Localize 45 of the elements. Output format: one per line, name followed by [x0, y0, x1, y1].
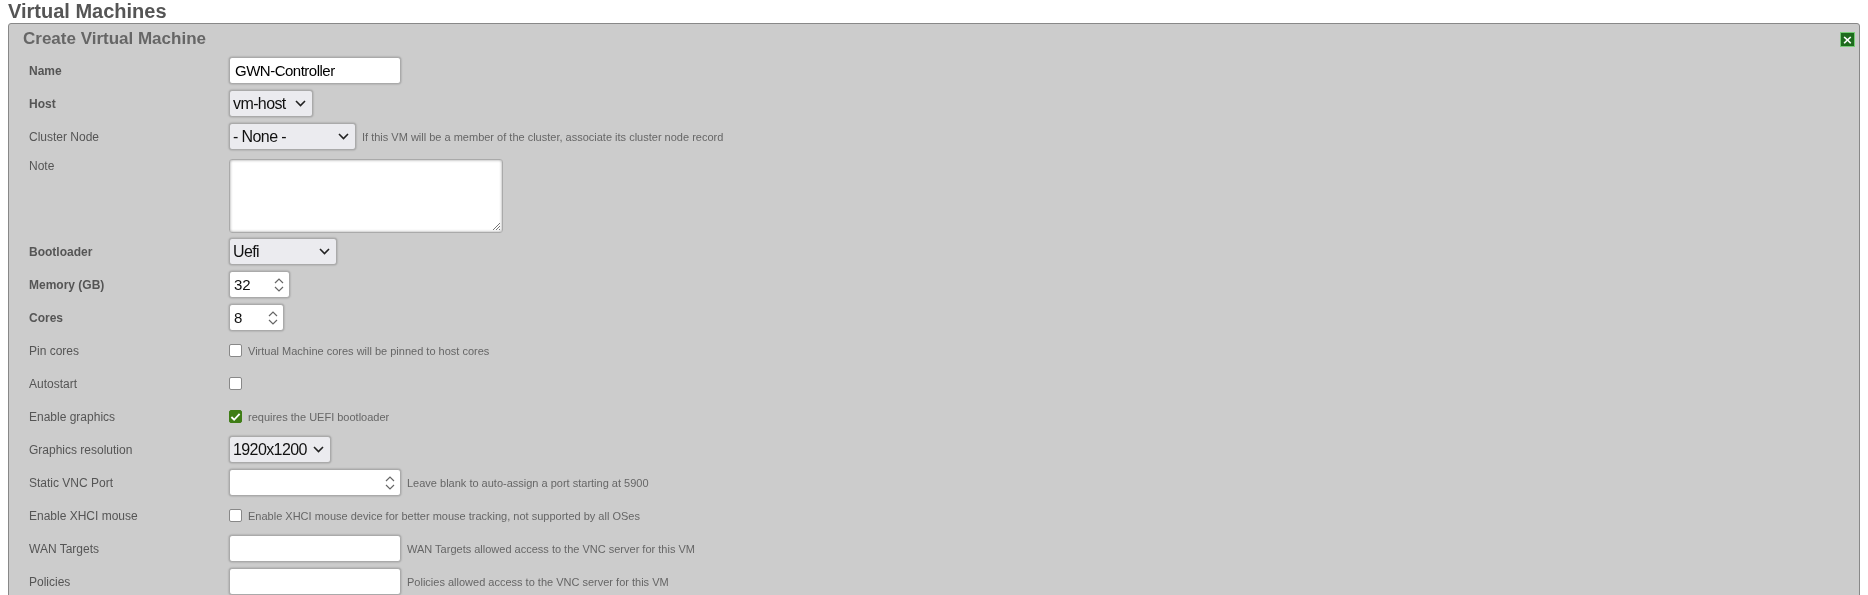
field-label: Policies: [28, 574, 72, 589]
checkbox[interactable]: [229, 344, 242, 357]
dropdown[interactable]: Uefi: [229, 238, 337, 265]
dropdown[interactable]: - None -: [229, 123, 356, 150]
caret-icon: [338, 133, 349, 140]
close-button[interactable]: ×: [1840, 31, 1855, 47]
field-hint: Leave blank to auto-assign a port starting at 5900: [407, 476, 649, 489]
field-label: Cores: [28, 310, 64, 325]
caret-icon: [319, 248, 330, 255]
field-label: Graphics resolution: [28, 442, 134, 457]
caret-icon: [313, 446, 324, 453]
field-hint: Enable XHCI mouse device for better mouse tracking, not supported by all OSes: [248, 509, 640, 522]
field-label: Cluster Node: [28, 129, 101, 144]
checkbox[interactable]: [229, 509, 242, 522]
checkbox[interactable]: [229, 377, 242, 390]
field-label: WAN Targets: [28, 541, 101, 556]
note-textarea[interactable]: [229, 159, 503, 233]
field-label: Enable XHCI mouse: [28, 508, 139, 523]
field-label: Autostart: [28, 376, 79, 391]
field-hint: Virtual Machine cores will be pinned to host cores: [248, 344, 490, 357]
dialog-title: Create Virtual Machine: [23, 29, 206, 49]
field-hint: WAN Targets allowed access to the VNC server for this VM: [407, 542, 695, 555]
number-field[interactable]: [229, 469, 401, 496]
field-label: Bootloader: [28, 244, 94, 259]
field-label: Note: [28, 159, 56, 173]
field-label: Enable graphics: [28, 409, 117, 424]
field-label: Static VNC Port: [28, 475, 115, 490]
checkbox[interactable]: [229, 410, 242, 423]
text-field[interactable]: [229, 568, 401, 595]
number-field[interactable]: 8: [229, 304, 284, 331]
resize-grip-icon: [492, 222, 501, 231]
field-label: Name: [28, 63, 63, 78]
dropdown[interactable]: 1920x1200: [229, 436, 331, 463]
text-field[interactable]: [229, 535, 401, 562]
dropdown[interactable]: vm-host: [229, 90, 313, 117]
field-label: Host: [28, 96, 57, 111]
field-hint: requires the UEFI bootloader: [248, 410, 390, 423]
field-label: Memory (GB): [28, 277, 106, 292]
field-hint: Policies allowed access to the VNC server for this VM: [407, 575, 669, 588]
field-hint: If this VM will be a member of the cluster, associate its cluster node record: [362, 130, 724, 143]
page-heading: Virtual Machines: [8, 0, 168, 23]
number-field[interactable]: 32: [229, 271, 290, 298]
text-field[interactable]: GWN-Controller: [229, 57, 401, 84]
field-label: Pin cores: [28, 343, 81, 358]
caret-icon: [295, 100, 306, 107]
